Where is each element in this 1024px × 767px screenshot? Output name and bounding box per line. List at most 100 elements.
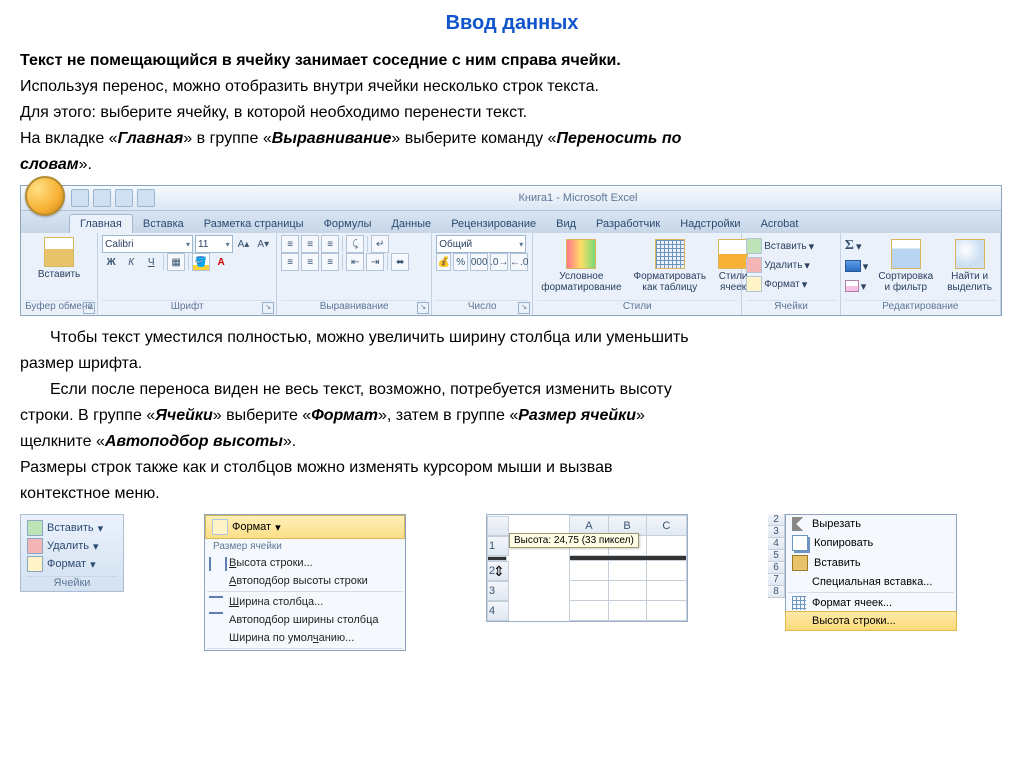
grow-font-icon[interactable]: A▴ xyxy=(235,235,253,253)
row-context-menu: Вырезать Копировать Вставить Специальная… xyxy=(785,514,957,631)
paragraph-6-line3: щелкните «Автоподбор высоты». xyxy=(20,430,1004,454)
row-header-4[interactable]: 4 xyxy=(487,601,509,621)
format-cells-button[interactable]: Формат▾ xyxy=(746,275,836,293)
row-header-1[interactable]: 1 xyxy=(487,536,509,556)
menu-default-width[interactable]: Ширина по умолчанию... xyxy=(205,629,405,647)
ctx-row-5[interactable]: 5 xyxy=(768,550,785,562)
increase-indent-icon[interactable]: ⇥ xyxy=(366,253,384,271)
conditional-formatting-button[interactable]: Условное форматирование xyxy=(537,237,625,295)
delete-cells-button[interactable]: Удалить▾ xyxy=(746,256,836,274)
excel-ribbon: Книга1 - Microsoft Excel Главная Вставка… xyxy=(20,185,1002,316)
align-right-icon[interactable]: ≡ xyxy=(321,253,339,271)
menu-row-height[interactable]: Высота строки... xyxy=(205,554,405,572)
qat-save-icon[interactable] xyxy=(71,189,89,207)
paragraph-4-line1: На вкладке «Главная» в группе «Выравнива… xyxy=(20,127,1004,151)
ctx-row-4[interactable]: 4 xyxy=(768,538,785,550)
increase-decimal-icon[interactable]: .0→ xyxy=(490,253,508,271)
alignment-dialog-launcher[interactable]: ↘ xyxy=(417,302,429,314)
ctx-row-6[interactable]: 6 xyxy=(768,562,785,574)
paragraph-3: Для этого: выберите ячейку, в которой не… xyxy=(20,101,1004,125)
align-left-icon[interactable]: ≡ xyxy=(281,253,299,271)
underline-button[interactable]: Ч xyxy=(142,253,160,271)
number-dialog-launcher[interactable]: ↘ xyxy=(518,302,530,314)
accounting-format-icon[interactable]: 💰 xyxy=(436,253,451,271)
align-middle-icon[interactable]: ≡ xyxy=(301,235,319,253)
tab-acrobat[interactable]: Acrobat xyxy=(751,215,809,233)
select-all-corner[interactable] xyxy=(487,516,509,536)
row-header-3[interactable]: 3 xyxy=(487,581,509,601)
ctx-paste-special[interactable]: Специальная вставка... xyxy=(786,573,956,591)
menu-col-width[interactable]: Ширина столбца... xyxy=(205,593,405,611)
align-center-icon[interactable]: ≡ xyxy=(301,253,319,271)
percent-format-icon[interactable]: % xyxy=(453,253,468,271)
italic-button[interactable]: К xyxy=(122,253,140,271)
insert-menu-button[interactable]: Вставить ▾ xyxy=(27,519,117,537)
tab-formulas[interactable]: Формулы xyxy=(314,215,382,233)
format-dropdown-menu: Формат ▾ Размер ячейки Высота строки... … xyxy=(204,514,406,651)
tab-insert[interactable]: Вставка xyxy=(133,215,194,233)
wrap-text-icon[interactable]: ↵ xyxy=(371,235,389,253)
tab-layout[interactable]: Разметка страницы xyxy=(194,215,314,233)
ctx-cut[interactable]: Вырезать xyxy=(786,515,956,533)
delete-menu-button[interactable]: Удалить ▾ xyxy=(27,537,117,555)
fill-color-button[interactable]: 🪣 xyxy=(192,253,210,271)
tab-addins[interactable]: Надстройки xyxy=(670,215,750,233)
menu-autofit-col[interactable]: Автоподбор ширины столбца xyxy=(205,611,405,629)
ctx-row-height[interactable]: Высота строки... xyxy=(785,611,957,631)
ctx-paste[interactable]: Вставить xyxy=(786,553,956,573)
font-name-combo[interactable]: Calibri▾ xyxy=(102,235,193,253)
comma-format-icon[interactable]: 000 xyxy=(470,253,488,271)
format-as-table-button[interactable]: Форматировать как таблицу xyxy=(630,237,711,295)
clipboard-dialog-launcher[interactable]: ↘ xyxy=(83,302,95,314)
bold-button[interactable]: Ж xyxy=(102,253,120,271)
ctx-row-8[interactable]: 8 xyxy=(768,586,785,598)
cut-icon xyxy=(792,517,806,531)
merge-center-icon[interactable]: ⬌ xyxy=(391,253,409,271)
sigma-icon: Σ xyxy=(845,238,854,254)
ctx-row-2[interactable]: 2 xyxy=(768,514,785,526)
group-editing-label: Редактирование xyxy=(845,300,996,313)
sort-filter-icon xyxy=(891,239,921,269)
group-cells-label: Ячейки xyxy=(746,300,836,313)
number-format-combo[interactable]: Общий▾ xyxy=(436,235,526,253)
ctx-format-cells[interactable]: Формат ячеек... xyxy=(786,594,956,612)
qat-undo-icon[interactable] xyxy=(93,189,111,207)
qat-customize-icon[interactable] xyxy=(137,189,155,207)
format-menu-button[interactable]: Формат ▾ xyxy=(27,555,117,573)
ribbon-tabs: Главная Вставка Разметка страницы Формул… xyxy=(21,211,1001,233)
tab-home[interactable]: Главная xyxy=(69,214,133,233)
align-top-icon[interactable]: ≡ xyxy=(281,235,299,253)
fill-button[interactable]: ▾ xyxy=(845,257,869,275)
tab-view[interactable]: Вид xyxy=(546,215,586,233)
font-dialog-launcher[interactable]: ↘ xyxy=(262,302,274,314)
ctx-row-3[interactable]: 3 xyxy=(768,526,785,538)
worksheet-fragment: A B C 1 2 3 4 Высота: 24,75 (33 пиксел) … xyxy=(486,514,688,622)
insert-cells-button[interactable]: Вставить▾ xyxy=(746,237,836,255)
font-size-combo[interactable]: 11▾ xyxy=(195,235,233,253)
borders-button[interactable]: ▦ xyxy=(167,253,185,271)
decrease-indent-icon[interactable]: ⇤ xyxy=(346,253,364,271)
col-header-c[interactable]: C xyxy=(646,516,686,536)
group-number-label: Число xyxy=(436,300,528,313)
tab-developer[interactable]: Разработчик xyxy=(586,215,670,233)
decrease-decimal-icon[interactable]: ←.0 xyxy=(510,253,528,271)
clear-button[interactable]: ▾ xyxy=(845,277,869,295)
align-bottom-icon[interactable]: ≡ xyxy=(321,235,339,253)
window-title: Книга1 - Microsoft Excel xyxy=(155,192,1001,204)
autosum-button[interactable]: Σ▾ xyxy=(845,237,869,255)
format-dropdown-button[interactable]: Формат ▾ xyxy=(205,515,405,539)
paste-button[interactable]: Вставить xyxy=(25,235,93,282)
office-button[interactable] xyxy=(25,176,65,216)
font-color-button[interactable]: A xyxy=(212,253,230,271)
shrink-font-icon[interactable]: A▾ xyxy=(254,235,272,253)
qat-redo-icon[interactable] xyxy=(115,189,133,207)
orientation-icon[interactable]: ⤹ xyxy=(346,235,364,253)
delete-icon xyxy=(27,538,43,554)
sort-filter-button[interactable]: Сортировка и фильтр xyxy=(874,237,937,295)
ctx-row-7[interactable]: 7 xyxy=(768,574,785,586)
menu-autofit-row[interactable]: Автоподбор высоты строки xyxy=(205,572,405,590)
ctx-copy[interactable]: Копировать xyxy=(786,533,956,553)
tab-review[interactable]: Рецензирование xyxy=(441,215,546,233)
tab-data[interactable]: Данные xyxy=(381,215,441,233)
find-select-button[interactable]: Найти и выделить xyxy=(943,237,996,295)
